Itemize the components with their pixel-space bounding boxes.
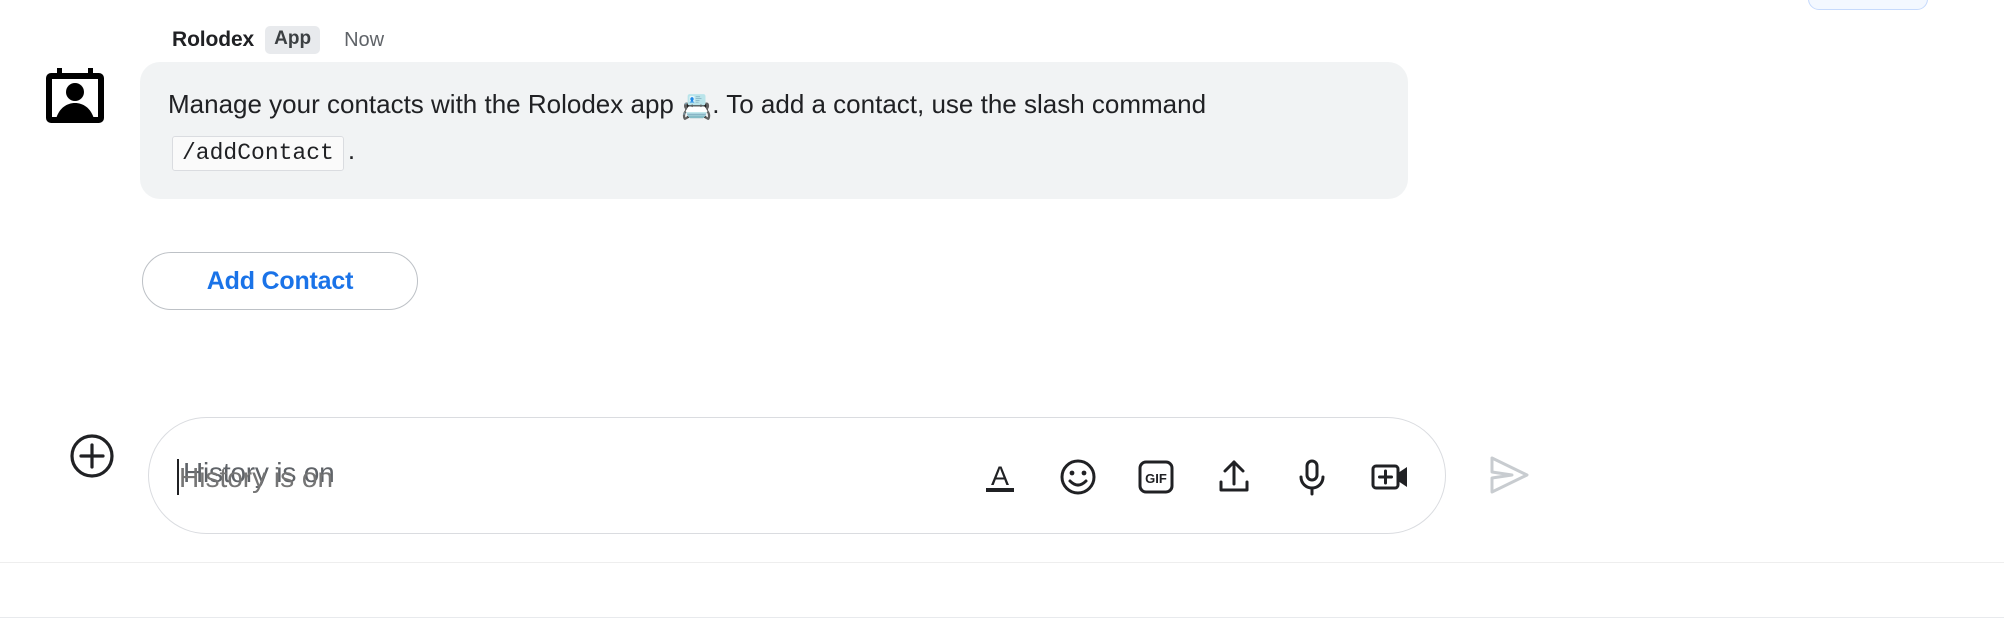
app-badge: App bbox=[265, 26, 321, 54]
slash-command-code-chip: /addContact bbox=[172, 136, 344, 171]
plus-circle-icon[interactable] bbox=[68, 432, 116, 480]
composer-toolbar: A GIF bbox=[979, 418, 1411, 535]
microphone-icon[interactable] bbox=[1291, 456, 1333, 498]
format-text-icon[interactable]: A bbox=[979, 456, 1021, 498]
message-text-part-1: Manage your contacts with the Rolodex ap… bbox=[168, 89, 682, 119]
message-text-part-3: . bbox=[347, 135, 356, 165]
message-input-container[interactable]: History is on A GIF bbox=[148, 417, 1446, 534]
emoji-icon[interactable] bbox=[1057, 456, 1099, 498]
message-input[interactable] bbox=[177, 448, 981, 508]
card-index-emoji: 📇 bbox=[681, 93, 713, 121]
message-composer: History is on A GIF bbox=[0, 410, 2004, 550]
video-add-icon[interactable] bbox=[1369, 456, 1411, 498]
send-arrow-icon[interactable] bbox=[1482, 448, 1536, 502]
top-right-partial-chip bbox=[1808, 0, 1928, 10]
svg-text:A: A bbox=[991, 461, 1009, 491]
message-text-part-2: . To add a contact, use the slash comman… bbox=[712, 89, 1207, 119]
add-contact-button[interactable]: Add Contact bbox=[142, 252, 418, 310]
sender-name: Rolodex bbox=[172, 28, 255, 51]
message-bubble: Manage your contacts with the Rolodex ap… bbox=[140, 62, 1408, 199]
upload-icon[interactable] bbox=[1213, 456, 1255, 498]
message-timestamp: Now bbox=[344, 28, 385, 51]
add-contact-button-label: Add Contact bbox=[206, 266, 354, 295]
composer-divider bbox=[0, 562, 2004, 563]
message-header: Rolodex App Now bbox=[172, 26, 384, 54]
rolodex-card-person-icon bbox=[43, 64, 107, 128]
svg-text:GIF: GIF bbox=[1145, 471, 1167, 486]
gif-icon[interactable]: GIF bbox=[1135, 456, 1177, 498]
